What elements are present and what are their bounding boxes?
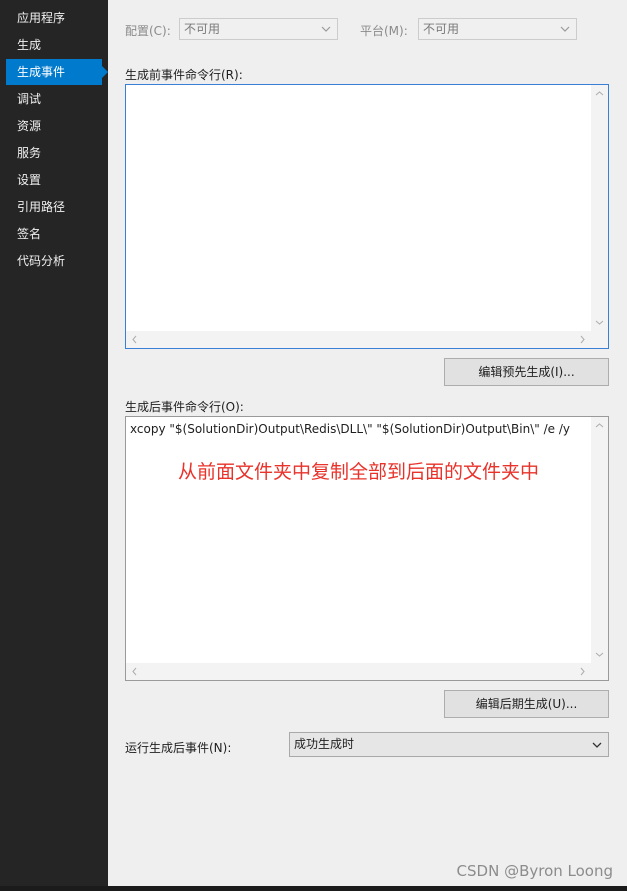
- edit-postbuild-button[interactable]: 编辑后期生成(U)...: [444, 690, 609, 718]
- postbuild-vertical-scrollbar[interactable]: [591, 417, 608, 663]
- chevron-down-icon: [320, 19, 332, 39]
- chevron-left-icon[interactable]: [126, 331, 143, 348]
- platform-label: 平台(M):: [360, 24, 408, 38]
- configuration-value: 不可用: [184, 22, 221, 36]
- postbuild-command-text: xcopy "$(SolutionDir)Output\Redis\DLL\" …: [130, 422, 570, 436]
- chevron-left-icon[interactable]: [126, 663, 143, 680]
- watermark: CSDN @Byron Loong: [456, 862, 613, 880]
- chevron-down-icon: [591, 733, 603, 756]
- sidebar-item-application[interactable]: 应用程序: [6, 5, 102, 31]
- sidebar-item-signing[interactable]: 签名: [6, 221, 102, 247]
- prebuild-command-textarea[interactable]: [125, 84, 609, 349]
- sidebar-item-build[interactable]: 生成: [6, 32, 102, 58]
- run-postbuild-dropdown[interactable]: 成功生成时: [289, 732, 609, 757]
- sidebar-item-debug[interactable]: 调试: [6, 86, 102, 112]
- run-postbuild-label: 运行生成后事件(N):: [125, 741, 232, 755]
- run-postbuild-value: 成功生成时: [294, 737, 355, 751]
- prebuild-label: 生成前事件命令行(R):: [125, 68, 243, 82]
- chevron-down-icon[interactable]: [591, 646, 608, 663]
- bottom-edge: [0, 886, 627, 891]
- sidebar-item-services[interactable]: 服务: [6, 140, 102, 166]
- sidebar-item-resources[interactable]: 资源: [6, 113, 102, 139]
- main-panel: 配置(C): 不可用 平台(M): 不可用 生成前事件命令行(R): 编辑预先生…: [108, 0, 627, 886]
- postbuild-label: 生成后事件命令行(O):: [125, 400, 244, 414]
- edit-prebuild-button[interactable]: 编辑预先生成(I)...: [444, 358, 609, 386]
- annotation-text: 从前面文件夹中复制全部到后面的文件夹中: [178, 461, 540, 483]
- chevron-up-icon[interactable]: [591, 417, 608, 434]
- chevron-right-icon[interactable]: [574, 331, 591, 348]
- prebuild-vertical-scrollbar[interactable]: [591, 85, 608, 331]
- chevron-right-icon[interactable]: [574, 663, 591, 680]
- platform-dropdown[interactable]: 不可用: [418, 18, 577, 40]
- chevron-down-icon[interactable]: [591, 314, 608, 331]
- configuration-label: 配置(C):: [125, 24, 171, 38]
- chevron-down-icon: [559, 19, 571, 39]
- sidebar-item-settings[interactable]: 设置: [6, 167, 102, 193]
- sidebar-item-reference-paths[interactable]: 引用路径: [6, 194, 102, 220]
- configuration-dropdown[interactable]: 不可用: [179, 18, 338, 40]
- platform-value: 不可用: [423, 22, 460, 36]
- chevron-up-icon[interactable]: [591, 85, 608, 102]
- postbuild-horizontal-scrollbar[interactable]: [126, 663, 608, 680]
- postbuild-command-textarea[interactable]: xcopy "$(SolutionDir)Output\Redis\DLL\" …: [125, 416, 609, 681]
- prebuild-horizontal-scrollbar[interactable]: [126, 331, 608, 348]
- sidebar-item-build-events[interactable]: 生成事件: [6, 59, 108, 85]
- project-properties-window: 应用程序 生成 生成事件 调试 资源 服务 设置 引用路径 签名 代码分析 配置…: [0, 0, 627, 891]
- sidebar: 应用程序 生成 生成事件 调试 资源 服务 设置 引用路径 签名 代码分析: [0, 0, 108, 886]
- sidebar-item-code-analysis[interactable]: 代码分析: [6, 248, 102, 274]
